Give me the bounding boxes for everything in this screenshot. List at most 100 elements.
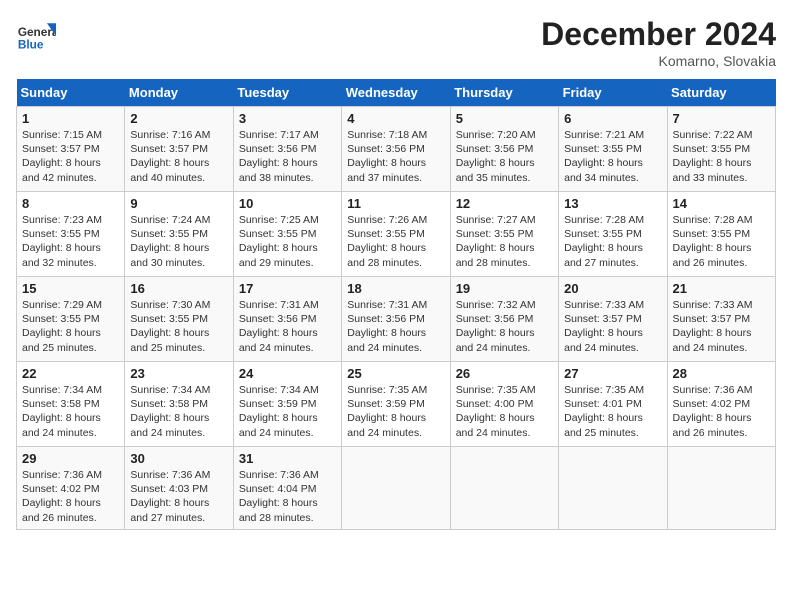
table-row: 28Sunrise: 7:36 AM Sunset: 4:02 PM Dayli… xyxy=(667,362,775,447)
day-number: 31 xyxy=(239,451,336,466)
table-row: 24 Sunrise: 7:34 AM Sunset: 3:59 PM Dayli… xyxy=(233,362,341,447)
table-row xyxy=(450,447,558,530)
day-info: Sunrise: 7:29 AM Sunset: 3:55 PM Dayligh… xyxy=(22,298,119,355)
table-row: 12Sunrise: 7:27 AM Sunset: 3:55 PM Dayli… xyxy=(450,192,558,277)
day-number: 18 xyxy=(347,281,444,296)
table-row: 20Sunrise: 7:33 AM Sunset: 3:57 PM Dayli… xyxy=(559,277,667,362)
table-row: 5Sunrise: 7:20 AM Sunset: 3:56 PM Daylig… xyxy=(450,107,558,192)
day-number: 17 xyxy=(239,281,336,296)
day-number: 13 xyxy=(564,196,661,211)
column-header-row: Sunday Monday Tuesday Wednesday Thursday… xyxy=(17,79,776,107)
table-row: 10 Sunrise: 7:25 AM Sunset: 3:55 PM Dayli… xyxy=(233,192,341,277)
day-number: 21 xyxy=(673,281,770,296)
day-number: 24 xyxy=(239,366,336,381)
calendar-week-row: 22 Sunrise: 7:34 AM Sunset: 3:58 PM Dayli… xyxy=(17,362,776,447)
day-info: Sunrise: 7:35 AM Sunset: 4:00 PM Dayligh… xyxy=(456,383,553,440)
day-info: Sunrise: 7:24 AM Sunset: 3:55 PM Dayligh… xyxy=(130,213,227,270)
day-number: 14 xyxy=(673,196,770,211)
col-thursday: Thursday xyxy=(450,79,558,107)
day-number: 5 xyxy=(456,111,553,126)
day-number: 27 xyxy=(564,366,661,381)
day-number: 22 xyxy=(22,366,119,381)
day-info: Sunrise: 7:30 AM Sunset: 3:55 PM Dayligh… xyxy=(130,298,227,355)
day-info: Sunrise: 7:31 AM Sunset: 3:56 PM Dayligh… xyxy=(347,298,444,355)
table-row: 22 Sunrise: 7:34 AM Sunset: 3:58 PM Dayli… xyxy=(17,362,125,447)
day-info: Sunrise: 7:28 AM Sunset: 3:55 PM Dayligh… xyxy=(673,213,770,270)
col-saturday: Saturday xyxy=(667,79,775,107)
day-number: 26 xyxy=(456,366,553,381)
day-number: 1 xyxy=(22,111,119,126)
day-info: Sunrise: 7:21 AM Sunset: 3:55 PM Dayligh… xyxy=(564,128,661,185)
day-number: 20 xyxy=(564,281,661,296)
day-number: 23 xyxy=(130,366,227,381)
table-row: 21 Sunrise: 7:33 AM Sunset: 3:57 PM Dayli… xyxy=(667,277,775,362)
table-row: 6 Sunrise: 7:21 AM Sunset: 3:55 PM Daylig… xyxy=(559,107,667,192)
table-row: 19 Sunrise: 7:32 AM Sunset: 3:56 PM Dayli… xyxy=(450,277,558,362)
table-row: 7 Sunrise: 7:22 AM Sunset: 3:55 PM Daylig… xyxy=(667,107,775,192)
day-info: Sunrise: 7:28 AM Sunset: 3:55 PM Dayligh… xyxy=(564,213,661,270)
day-info: Sunrise: 7:35 AM Sunset: 4:01 PM Dayligh… xyxy=(564,383,661,440)
table-row: 14 Sunrise: 7:28 AM Sunset: 3:55 PM Dayli… xyxy=(667,192,775,277)
table-row: 16Sunrise: 7:30 AM Sunset: 3:55 PM Dayli… xyxy=(125,277,233,362)
page-header: General Blue December 2024 Komarno, Slov… xyxy=(16,16,776,69)
day-number: 10 xyxy=(239,196,336,211)
day-info: Sunrise: 7:31 AM Sunset: 3:56 PM Dayligh… xyxy=(239,298,336,355)
table-row: 9 Sunrise: 7:24 AM Sunset: 3:55 PM Daylig… xyxy=(125,192,233,277)
day-number: 8 xyxy=(22,196,119,211)
day-info: Sunrise: 7:35 AM Sunset: 3:59 PM Dayligh… xyxy=(347,383,444,440)
day-info: Sunrise: 7:32 AM Sunset: 3:56 PM Dayligh… xyxy=(456,298,553,355)
table-row: 15 Sunrise: 7:29 AM Sunset: 3:55 PM Dayli… xyxy=(17,277,125,362)
logo: General Blue xyxy=(16,16,60,56)
table-row: 3Sunrise: 7:17 AM Sunset: 3:56 PM Daylig… xyxy=(233,107,341,192)
day-number: 2 xyxy=(130,111,227,126)
day-info: Sunrise: 7:36 AM Sunset: 4:04 PM Dayligh… xyxy=(239,468,336,525)
table-row: 18 Sunrise: 7:31 AM Sunset: 3:56 PM Dayli… xyxy=(342,277,450,362)
calendar-subtitle: Komarno, Slovakia xyxy=(541,53,776,69)
calendar-week-row: 29 Sunrise: 7:36 AM Sunset: 4:02 PM Dayli… xyxy=(17,447,776,530)
table-row: 2 Sunrise: 7:16 AM Sunset: 3:57 PM Daylig… xyxy=(125,107,233,192)
table-row: 1Sunrise: 7:15 AM Sunset: 3:57 PM Daylig… xyxy=(17,107,125,192)
col-wednesday: Wednesday xyxy=(342,79,450,107)
table-row: 26 Sunrise: 7:35 AM Sunset: 4:00 PM Dayli… xyxy=(450,362,558,447)
day-number: 3 xyxy=(239,111,336,126)
day-info: Sunrise: 7:34 AM Sunset: 3:59 PM Dayligh… xyxy=(239,383,336,440)
day-info: Sunrise: 7:34 AM Sunset: 3:58 PM Dayligh… xyxy=(22,383,119,440)
day-info: Sunrise: 7:18 AM Sunset: 3:56 PM Dayligh… xyxy=(347,128,444,185)
day-info: Sunrise: 7:34 AM Sunset: 3:58 PM Dayligh… xyxy=(130,383,227,440)
calendar-table: Sunday Monday Tuesday Wednesday Thursday… xyxy=(16,79,776,530)
table-row: 27 Sunrise: 7:35 AM Sunset: 4:01 PM Dayli… xyxy=(559,362,667,447)
day-number: 19 xyxy=(456,281,553,296)
col-friday: Friday xyxy=(559,79,667,107)
table-row: 11Sunrise: 7:26 AM Sunset: 3:55 PM Dayli… xyxy=(342,192,450,277)
day-info: Sunrise: 7:26 AM Sunset: 3:55 PM Dayligh… xyxy=(347,213,444,270)
table-row: 17 Sunrise: 7:31 AM Sunset: 3:56 PM Dayli… xyxy=(233,277,341,362)
day-number: 6 xyxy=(564,111,661,126)
col-tuesday: Tuesday xyxy=(233,79,341,107)
day-number: 29 xyxy=(22,451,119,466)
table-row: 4 Sunrise: 7:18 AM Sunset: 3:56 PM Daylig… xyxy=(342,107,450,192)
day-number: 7 xyxy=(673,111,770,126)
day-info: Sunrise: 7:36 AM Sunset: 4:02 PM Dayligh… xyxy=(22,468,119,525)
calendar-title: December 2024 xyxy=(541,16,776,53)
day-info: Sunrise: 7:25 AM Sunset: 3:55 PM Dayligh… xyxy=(239,213,336,270)
day-number: 15 xyxy=(22,281,119,296)
col-monday: Monday xyxy=(125,79,233,107)
day-info: Sunrise: 7:33 AM Sunset: 3:57 PM Dayligh… xyxy=(673,298,770,355)
calendar-week-row: 1Sunrise: 7:15 AM Sunset: 3:57 PM Daylig… xyxy=(17,107,776,192)
table-row xyxy=(342,447,450,530)
day-info: Sunrise: 7:23 AM Sunset: 3:55 PM Dayligh… xyxy=(22,213,119,270)
calendar-week-row: 8 Sunrise: 7:23 AM Sunset: 3:55 PM Daylig… xyxy=(17,192,776,277)
day-number: 9 xyxy=(130,196,227,211)
table-row: 31 Sunrise: 7:36 AM Sunset: 4:04 PM Dayli… xyxy=(233,447,341,530)
table-row: 29 Sunrise: 7:36 AM Sunset: 4:02 PM Dayli… xyxy=(17,447,125,530)
day-info: Sunrise: 7:16 AM Sunset: 3:57 PM Dayligh… xyxy=(130,128,227,185)
table-row: 23 Sunrise: 7:34 AM Sunset: 3:58 PM Dayli… xyxy=(125,362,233,447)
svg-text:Blue: Blue xyxy=(18,38,44,52)
day-info: Sunrise: 7:36 AM Sunset: 4:02 PM Dayligh… xyxy=(673,383,770,440)
title-block: December 2024 Komarno, Slovakia xyxy=(541,16,776,69)
table-row: 8 Sunrise: 7:23 AM Sunset: 3:55 PM Daylig… xyxy=(17,192,125,277)
day-number: 4 xyxy=(347,111,444,126)
table-row: 13 Sunrise: 7:28 AM Sunset: 3:55 PM Dayli… xyxy=(559,192,667,277)
day-info: Sunrise: 7:22 AM Sunset: 3:55 PM Dayligh… xyxy=(673,128,770,185)
table-row: 25Sunrise: 7:35 AM Sunset: 3:59 PM Dayli… xyxy=(342,362,450,447)
